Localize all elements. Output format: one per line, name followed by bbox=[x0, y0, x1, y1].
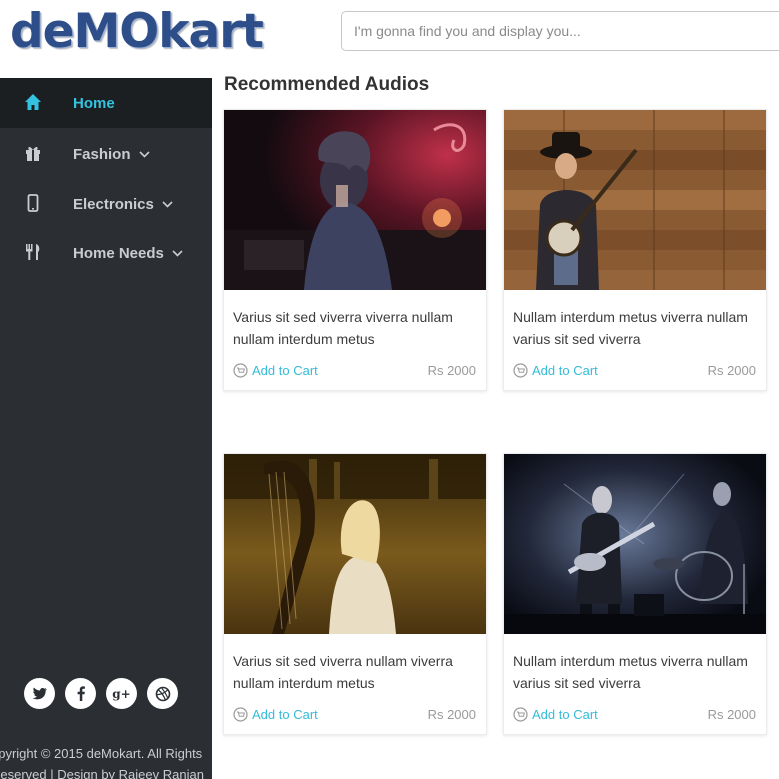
product-card[interactable]: Varius sit sed viverra viverra nullam nu… bbox=[223, 109, 487, 391]
search-input[interactable] bbox=[341, 11, 779, 51]
product-card[interactable]: Varius sit sed viverra nullam viverra nu… bbox=[223, 453, 487, 735]
product-title[interactable]: Nullam interdum metus viverra nullam var… bbox=[513, 306, 763, 350]
product-title[interactable]: Varius sit sed viverra nullam viverra nu… bbox=[233, 650, 483, 694]
sidebar-item-label: Home Needs bbox=[73, 245, 183, 262]
add-to-cart-button[interactable]: Add to Cart bbox=[233, 707, 318, 722]
copyright-text: opyright © 2015 deMokart. All Rights Res… bbox=[0, 746, 204, 779]
product-price: Rs 2000 bbox=[707, 707, 756, 722]
sidebar-item-home[interactable]: Home bbox=[0, 78, 212, 128]
site-logo[interactable]: deMOkart bbox=[10, 4, 264, 59]
add-to-cart-label: Add to Cart bbox=[532, 363, 598, 378]
chevron-down-icon bbox=[162, 201, 173, 208]
sidebar-item-fashion[interactable]: Fashion bbox=[0, 129, 212, 179]
sidebar-item-home-needs[interactable]: Home Needs bbox=[0, 228, 212, 278]
cart-icon bbox=[233, 707, 248, 722]
social-links: g+ bbox=[24, 678, 178, 709]
sidebar-item-label: Home bbox=[73, 94, 115, 112]
sidebar-item-label: Fashion bbox=[73, 146, 150, 163]
product-card[interactable]: Nullam interdum metus viverra nullam var… bbox=[503, 109, 767, 391]
gift-icon bbox=[22, 142, 44, 164]
sidebar-item-electronics[interactable]: Electronics bbox=[0, 179, 212, 229]
cart-icon bbox=[513, 363, 528, 378]
add-to-cart-button[interactable]: Add to Cart bbox=[513, 363, 598, 378]
dribbble-icon[interactable] bbox=[147, 678, 178, 709]
product-image[interactable] bbox=[504, 110, 766, 290]
product-image[interactable] bbox=[504, 454, 766, 634]
twitter-icon[interactable] bbox=[24, 678, 55, 709]
product-price: Rs 2000 bbox=[427, 707, 476, 722]
cart-icon bbox=[233, 363, 248, 378]
facebook-icon[interactable] bbox=[65, 678, 96, 709]
header: deMOkart bbox=[0, 0, 779, 74]
product-card[interactable]: Nullam interdum metus viverra nullam var… bbox=[503, 453, 767, 735]
product-image[interactable] bbox=[224, 454, 486, 634]
chevron-down-icon bbox=[138, 151, 150, 158]
mobile-icon bbox=[22, 192, 44, 214]
add-to-cart-label: Add to Cart bbox=[532, 707, 598, 722]
product-price: Rs 2000 bbox=[427, 363, 476, 378]
sidebar: Home Fashion Electronics Home Needs g+ o… bbox=[0, 78, 212, 779]
product-title[interactable]: Varius sit sed viverra viverra nullam nu… bbox=[233, 306, 483, 350]
section-title: Recommended Audios bbox=[224, 74, 430, 95]
add-to-cart-label: Add to Cart bbox=[252, 707, 318, 722]
product-price: Rs 2000 bbox=[707, 363, 756, 378]
add-to-cart-button[interactable]: Add to Cart bbox=[513, 707, 598, 722]
google-plus-icon[interactable]: g+ bbox=[106, 678, 137, 709]
product-title[interactable]: Nullam interdum metus viverra nullam var… bbox=[513, 650, 763, 694]
chevron-down-icon bbox=[172, 250, 183, 257]
product-image[interactable] bbox=[224, 110, 486, 290]
home-icon bbox=[22, 91, 44, 113]
cutlery-icon bbox=[22, 241, 44, 263]
add-to-cart-button[interactable]: Add to Cart bbox=[233, 363, 318, 378]
cart-icon bbox=[513, 707, 528, 722]
add-to-cart-label: Add to Cart bbox=[252, 363, 318, 378]
sidebar-item-label: Electronics bbox=[73, 196, 173, 213]
